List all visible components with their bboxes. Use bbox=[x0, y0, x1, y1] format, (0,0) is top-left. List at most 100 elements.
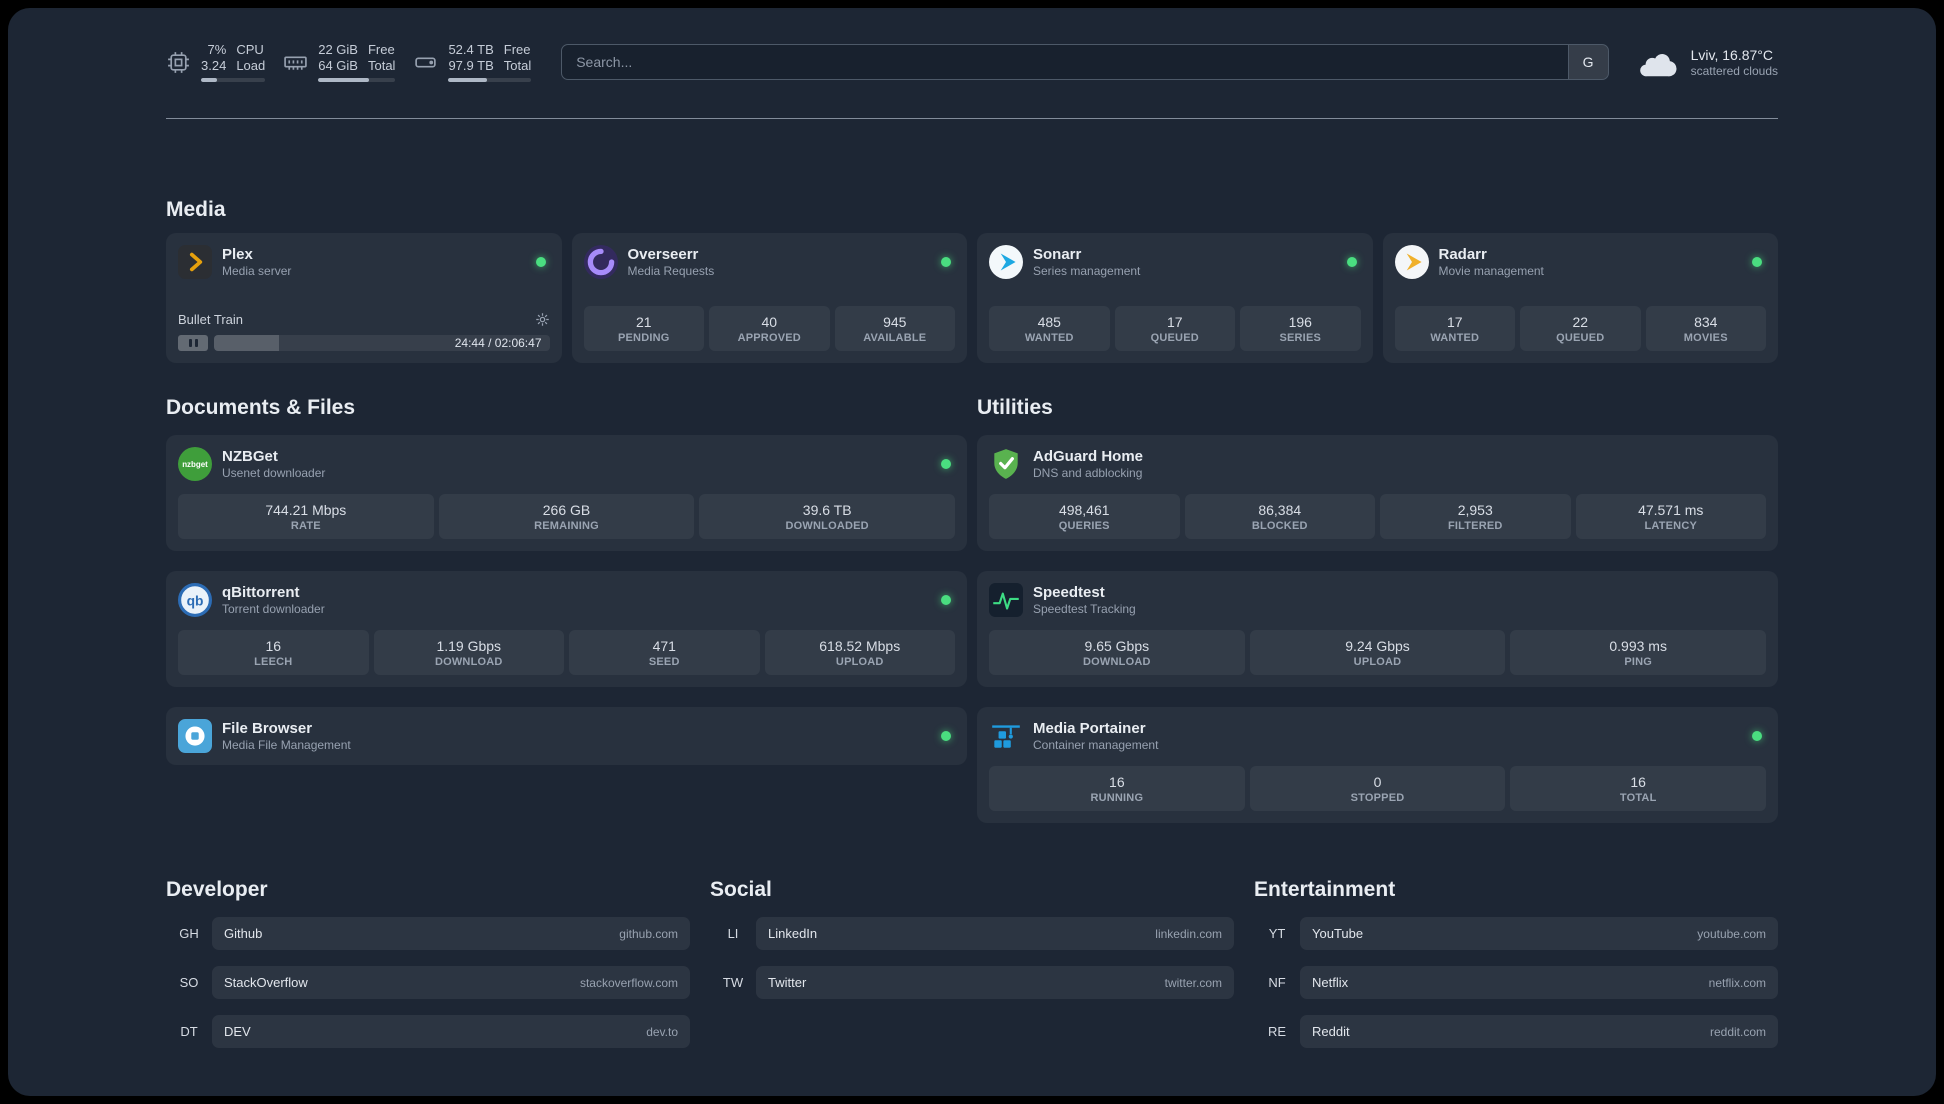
bookmark-url: twitter.com bbox=[1164, 975, 1222, 990]
bookmark-url: dev.to bbox=[646, 1024, 678, 1039]
disk-total-value: 97.9 TB bbox=[448, 58, 494, 73]
stat-value: 471 bbox=[652, 638, 676, 654]
service-description: Series management bbox=[1033, 264, 1141, 278]
speedtest-icon bbox=[989, 583, 1023, 617]
bookmark-reddit[interactable]: RE Reddit reddit.com bbox=[1254, 1015, 1778, 1048]
section-title-entertainment: Entertainment bbox=[1254, 878, 1396, 901]
service-card-nzbget[interactable]: nzbget NZBGet Usenet downloader 744.21 M… bbox=[166, 435, 967, 551]
playback-time: 24:44 / 02:06:47 bbox=[454, 336, 542, 350]
service-name: NZBGet bbox=[222, 448, 278, 465]
stat-value: 744.21 Mbps bbox=[265, 502, 347, 518]
bookmark-twitter[interactable]: TW Twitter twitter.com bbox=[710, 966, 1234, 999]
stat-filtered: 2,953 FILTERED bbox=[1380, 494, 1571, 539]
cpu-progress-bar bbox=[201, 78, 266, 82]
playback-progress-bar[interactable]: 24:44 / 02:06:47 bbox=[214, 335, 550, 351]
service-name: Overseerr bbox=[627, 246, 699, 263]
stat-label: QUERIES bbox=[1058, 520, 1110, 532]
stat-label: SEED bbox=[648, 656, 680, 668]
disk-free-label: Free bbox=[503, 42, 531, 57]
stat-label: LATENCY bbox=[1644, 520, 1698, 532]
bookmark-url: stackoverflow.com bbox=[579, 975, 678, 990]
service-card-qbittorrent[interactable]: qb qBittorrent Torrent downloader 16 LEE… bbox=[166, 571, 967, 687]
stat-value: 9.24 Gbps bbox=[1345, 638, 1410, 654]
nzbget-icon: nzbget bbox=[178, 447, 212, 481]
service-card-overseerr[interactable]: Overseerr Media Requests 21 PENDING 40 A… bbox=[571, 233, 967, 363]
cloud-icon bbox=[1635, 47, 1679, 77]
stat-total: 16 TOTAL bbox=[1510, 766, 1767, 811]
disk-icon bbox=[413, 50, 438, 75]
pause-button[interactable] bbox=[178, 335, 208, 351]
status-dot bbox=[941, 595, 951, 605]
bookmark-dev[interactable]: DT DEV dev.to bbox=[166, 1015, 690, 1048]
stat-value: 16 bbox=[1630, 774, 1646, 790]
service-name: Sonarr bbox=[1033, 246, 1082, 263]
service-description: Container management bbox=[1033, 738, 1159, 752]
stat-value: 485 bbox=[1037, 314, 1061, 330]
service-card-plex[interactable]: Plex Media server Bullet Train 24:44 / 0… bbox=[166, 233, 562, 363]
service-card-portainer[interactable]: Media Portainer Container management 16 … bbox=[977, 707, 1778, 823]
stat-value: 945 bbox=[883, 314, 907, 330]
stat-label: DOWNLOAD bbox=[1083, 656, 1151, 668]
service-card-filebrowser[interactable]: File Browser Media File Management bbox=[166, 707, 967, 765]
status-dot bbox=[941, 257, 951, 267]
section-title-developer: Developer bbox=[166, 878, 268, 901]
bookmark-stackoverflow[interactable]: SO StackOverflow stackoverflow.com bbox=[166, 966, 690, 999]
stat-approved: 40 APPROVED bbox=[709, 306, 830, 351]
status-dot bbox=[1752, 731, 1762, 741]
status-dot bbox=[941, 731, 951, 741]
service-card-speedtest[interactable]: Speedtest Speedtest Tracking 9.65 Gbps D… bbox=[977, 571, 1778, 687]
stat-rate: 744.21 Mbps RATE bbox=[178, 494, 434, 539]
service-card-radarr[interactable]: Radarr Movie management 17 WANTED 22 QUE… bbox=[1382, 233, 1778, 363]
stat-value: 0 bbox=[1373, 774, 1382, 790]
stat-queued: 17 QUEUED bbox=[1114, 306, 1235, 351]
gear-icon[interactable] bbox=[535, 312, 550, 327]
search-provider-button[interactable]: G bbox=[1567, 45, 1608, 79]
stat-label: REMAINING bbox=[534, 520, 599, 532]
stat-value: 196 bbox=[1288, 314, 1312, 330]
service-description: Media Requests bbox=[627, 264, 715, 278]
bookmark-abbr: NF bbox=[1268, 975, 1286, 990]
stat-label: QUEUED bbox=[1556, 332, 1605, 344]
stat-label: DOWNLOADED bbox=[785, 520, 869, 532]
disk-total-label: Total bbox=[503, 58, 532, 73]
stat-value: 16 bbox=[265, 638, 282, 654]
documents-column: Documents & Files nzbget NZBGet Usenet d… bbox=[166, 395, 967, 765]
stat-value: 9.65 Gbps bbox=[1084, 638, 1150, 654]
stat-wanted: 17 WANTED bbox=[1394, 306, 1515, 351]
now-playing-title: Bullet Train bbox=[178, 312, 244, 327]
stat-value: 40 bbox=[761, 314, 778, 330]
stat-label: LEECH bbox=[254, 656, 293, 668]
section-title-media: Media bbox=[166, 198, 226, 221]
memory-progress-bar bbox=[318, 78, 396, 82]
stat-series: 196 SERIES bbox=[1240, 306, 1361, 351]
svg-text:qb: qb bbox=[187, 592, 204, 608]
service-card-sonarr[interactable]: Sonarr Series management 485 WANTED 17 Q… bbox=[977, 233, 1373, 363]
service-name: AdGuard Home bbox=[1033, 448, 1144, 465]
stat-running: 16 RUNNING bbox=[989, 766, 1245, 811]
portainer-icon bbox=[989, 719, 1023, 753]
bookmark-abbr: YT bbox=[1268, 926, 1286, 941]
stat-queries: 498,461 QUERIES bbox=[989, 494, 1180, 539]
stat-value: 618.52 Mbps bbox=[819, 638, 901, 654]
section-title-utilities: Utilities bbox=[977, 396, 1053, 419]
bookmark-netflix[interactable]: NF Netflix netflix.com bbox=[1254, 966, 1778, 999]
stat-wanted: 485 WANTED bbox=[989, 306, 1110, 351]
stat-ping: 0.993 ms PING bbox=[1510, 630, 1767, 675]
stat-queued: 22 QUEUED bbox=[1520, 306, 1641, 351]
bookmark-youtube[interactable]: YT YouTube youtube.com bbox=[1254, 917, 1778, 950]
bookmark-abbr: DT bbox=[180, 1024, 198, 1039]
bookmark-name: Netflix bbox=[1312, 975, 1349, 990]
bookmark-linkedin[interactable]: LI LinkedIn linkedin.com bbox=[710, 917, 1234, 950]
cpu-load-label: Load bbox=[236, 58, 266, 73]
service-description: Speedtest Tracking bbox=[1033, 602, 1136, 616]
bookmark-url: linkedin.com bbox=[1155, 926, 1222, 941]
stat-download: 1.19 Gbps DOWNLOAD bbox=[373, 630, 564, 675]
bookmark-github[interactable]: GH Github github.com bbox=[166, 917, 690, 950]
service-card-adguard[interactable]: AdGuard Home DNS and adblocking 498,461 … bbox=[977, 435, 1778, 551]
radarr-icon bbox=[1394, 245, 1429, 279]
stat-label: APPROVED bbox=[737, 332, 801, 344]
search-input[interactable] bbox=[562, 45, 1568, 79]
bookmark-abbr: LI bbox=[727, 926, 739, 941]
dashboard-frame: 7% 3.24 CPU Load 22 GiB 64 GiB Free Tota… bbox=[8, 8, 1936, 1096]
stat-blocked: 86,384 BLOCKED bbox=[1184, 494, 1375, 539]
